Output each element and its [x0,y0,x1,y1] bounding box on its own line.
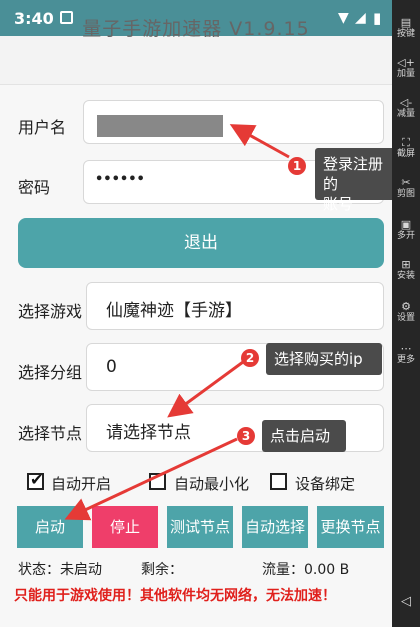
sidebar-item-install[interactable]: ⊞ 安装 [392,258,420,281]
more-icon: ⋯ [400,342,412,355]
volume-down-icon: ◁- [399,96,413,109]
sidebar-item-keys[interactable]: ▤ 按键 [392,16,420,39]
annotation-arrows [64,124,290,521]
arrow-2 [167,360,244,418]
sidebar-item-multi[interactable]: ▣ 多开 [392,218,420,241]
annotation-1-number: 1 [288,157,306,175]
annotation-2-number: 2 [241,349,259,367]
arrow-1 [229,124,290,159]
gear-icon: ⚙ [401,300,411,313]
annotation-3-number: 3 [237,427,255,445]
sidebar-item-volume-up[interactable]: ◁+ 加量 [392,56,420,79]
keyboard-icon: ▤ [400,16,412,29]
sidebar-item-cut[interactable]: ✂ 剪图 [392,176,420,199]
install-icon: ⊞ [401,258,411,271]
scissors-icon: ✂ [401,176,411,189]
annotation-3-tooltip: 点击启动 [262,420,346,452]
screenshot-icon: ⛶ [402,136,410,149]
sidebar-item-volume-down[interactable]: ◁- 减量 [392,96,420,119]
annotation-1-line2: 账号 [323,195,354,213]
annotation-1-line1: 登录注册的 [323,155,384,193]
arrow-3 [64,437,238,521]
back-icon[interactable]: ◁ [392,594,420,609]
annotation-2-tooltip: 选择购买的ip [266,343,382,375]
sidebar-item-settings[interactable]: ⚙ 设置 [392,300,420,323]
multi-window-icon: ▣ [400,218,412,231]
sidebar-item-screenshot[interactable]: ⛶ 截屏 [392,136,420,159]
sidebar-item-more[interactable]: ⋯ 更多 [392,342,420,365]
volume-up-icon: ◁+ [397,56,415,69]
